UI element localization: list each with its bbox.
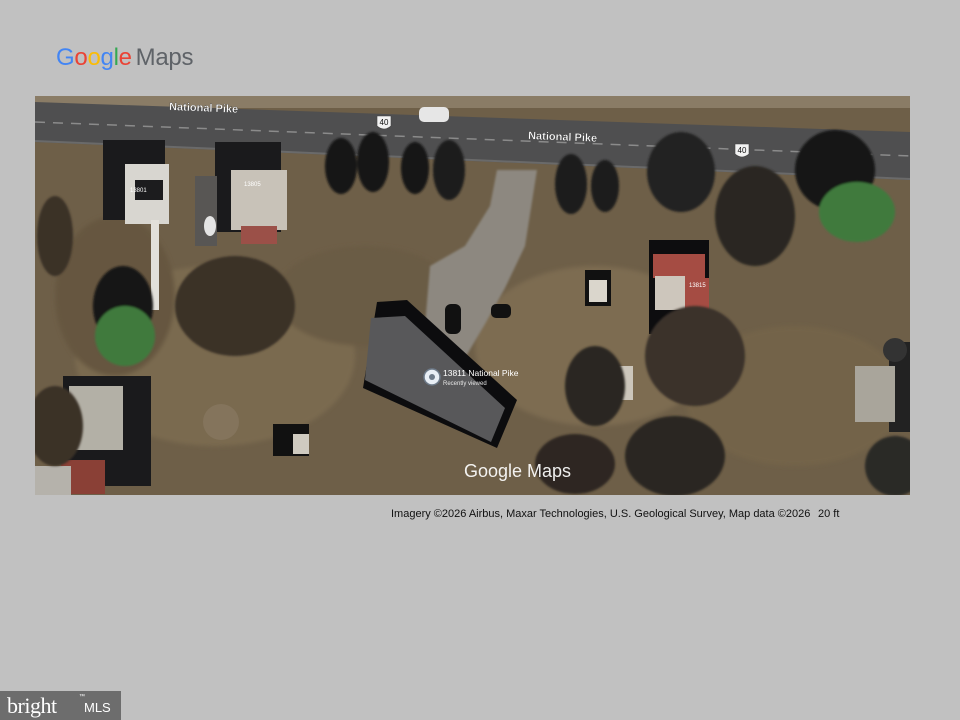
map-scale: 20 ft bbox=[818, 508, 840, 520]
google-wordmark: Google bbox=[56, 44, 132, 71]
round-structure bbox=[883, 338, 907, 362]
building-edge bbox=[855, 366, 895, 422]
car bbox=[419, 107, 449, 122]
road-verge bbox=[35, 96, 910, 108]
logo-letter: G bbox=[56, 44, 75, 71]
route-shield-number: 40 bbox=[738, 146, 747, 155]
yard-circle bbox=[203, 404, 239, 440]
house-number-label: 13815 bbox=[689, 283, 706, 289]
location-pin-icon[interactable] bbox=[423, 368, 441, 386]
fence bbox=[151, 220, 159, 310]
shed bbox=[585, 270, 611, 306]
logo-letter: o bbox=[87, 44, 101, 71]
bright-mls-badge: bright ™ MLS bbox=[0, 691, 121, 720]
badge-mls: MLS bbox=[84, 700, 111, 715]
logo-maps-text: Maps bbox=[135, 44, 194, 71]
route-40-shield: 40 bbox=[376, 115, 392, 130]
shed bbox=[273, 424, 309, 456]
house-13801 bbox=[103, 140, 169, 224]
pin-address-label[interactable]: 13811 National Pike bbox=[443, 368, 519, 378]
route-shield-number: 40 bbox=[380, 118, 389, 127]
logo-letter: e bbox=[118, 44, 132, 71]
house-number-label: 13801 bbox=[130, 188, 147, 194]
map-attribution: Imagery ©2026 Airbus, Maxar Technologies… bbox=[391, 508, 811, 520]
satellite-map-image: National Pike National Pike 40 40 13801 … bbox=[35, 96, 910, 495]
logo-letter: o bbox=[74, 44, 88, 71]
badge-brand: bright bbox=[7, 693, 57, 718]
google-maps-watermark: Google Maps bbox=[464, 461, 571, 481]
satellite-map[interactable]: National Pike National Pike 40 40 13801 … bbox=[35, 96, 910, 495]
logo-letter: g bbox=[100, 44, 114, 71]
route-40-shield: 40 bbox=[734, 143, 750, 158]
pin-subtitle-label: Recently viewed bbox=[443, 381, 487, 387]
google-maps-logo: Google Maps bbox=[56, 44, 193, 72]
house-number-label: 13805 bbox=[244, 182, 261, 188]
building-edge bbox=[35, 466, 71, 495]
